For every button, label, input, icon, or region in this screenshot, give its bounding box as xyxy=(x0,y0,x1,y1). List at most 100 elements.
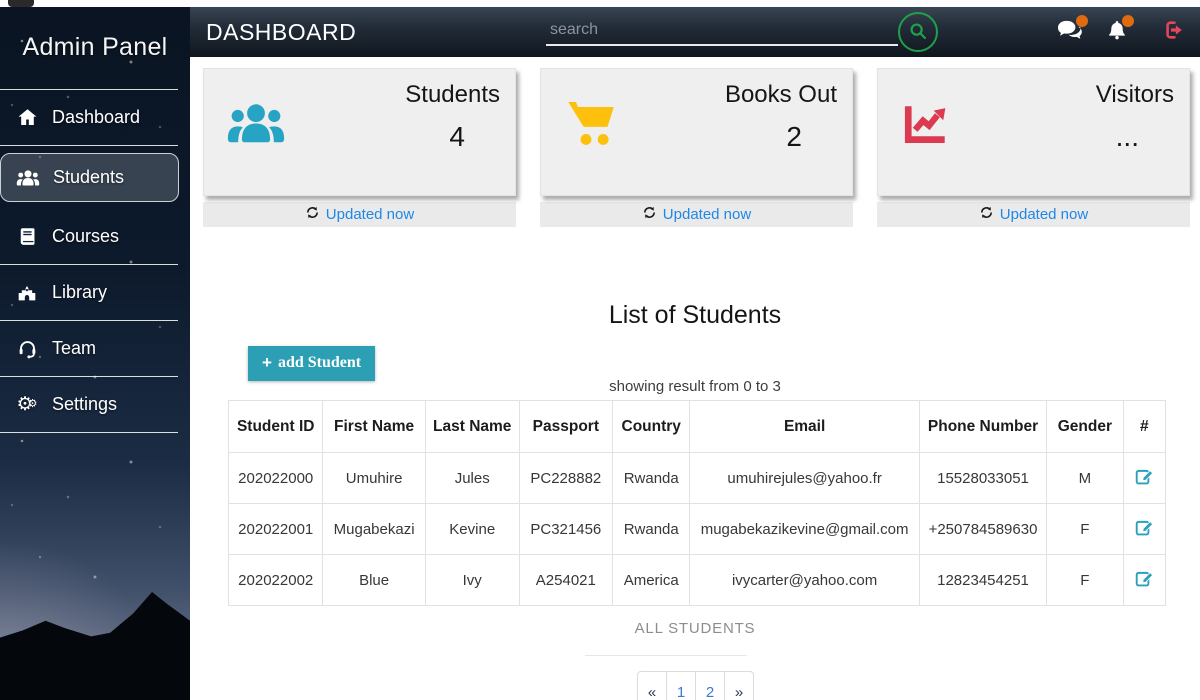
card-footer: Updated now xyxy=(203,202,516,227)
logout-icon xyxy=(1162,28,1186,45)
students-table: Student ID First Name Last Name Passport… xyxy=(228,400,1166,606)
col-student-id: Student ID xyxy=(229,401,323,453)
headset-icon xyxy=(15,338,39,359)
search-button[interactable] xyxy=(898,12,938,52)
edit-student-button[interactable] xyxy=(1133,516,1156,542)
cell-passport: PC321456 xyxy=(519,504,612,555)
refresh-icon xyxy=(979,205,994,224)
summary-cards: Students 4 Updated now Books Out 2 xyxy=(203,68,1190,227)
col-country: Country xyxy=(612,401,690,453)
search-field-wrap xyxy=(546,18,898,46)
cell-actions xyxy=(1123,504,1166,555)
cell-gender: F xyxy=(1047,504,1123,555)
cell-last-name: Kevine xyxy=(425,504,519,555)
divider xyxy=(585,655,747,656)
notification-badge xyxy=(1076,15,1088,27)
table-footer-label: ALL STUDENTS xyxy=(190,620,1200,637)
comments-icon xyxy=(1056,28,1082,45)
cell-country: America xyxy=(612,555,690,606)
cell-actions xyxy=(1123,555,1166,606)
col-email: Email xyxy=(690,401,919,453)
sidebar-item-label: Dashboard xyxy=(52,107,140,128)
page-title: DASHBOARD xyxy=(206,19,356,46)
updated-now-link[interactable]: Updated now xyxy=(1000,206,1088,223)
notifications-button[interactable] xyxy=(1106,19,1128,46)
sidebar-item-label: Team xyxy=(52,338,96,359)
card-footer: Updated now xyxy=(877,202,1190,227)
sidebar-item-settings[interactable]: ⚙⚙ Settings xyxy=(0,377,190,432)
chart-line-icon xyxy=(900,99,954,154)
pagination-page-2[interactable]: 2 xyxy=(695,671,725,700)
cell-first-name: Umuhire xyxy=(323,453,425,504)
sidebar: Admin Panel Dashboard Students xyxy=(0,7,190,700)
cell-country: Rwanda xyxy=(612,504,690,555)
sidebar-background-mountains xyxy=(0,580,190,700)
add-student-label: add Student xyxy=(278,354,361,372)
cell-phone: 12823454251 xyxy=(919,555,1047,606)
sidebar-item-library[interactable]: Library xyxy=(0,265,190,320)
table-row: 202022000 Umuhire Jules PC228882 Rwanda … xyxy=(229,453,1166,504)
edit-icon xyxy=(1135,576,1154,591)
edit-student-button[interactable] xyxy=(1133,465,1156,491)
cell-first-name: Mugabekazi xyxy=(323,504,425,555)
topbar: DASHBOARD xyxy=(190,7,1200,57)
section-heading: List of Students xyxy=(190,301,1200,330)
sidebar-item-label: Students xyxy=(53,167,124,188)
sidebar-item-dashboard[interactable]: Dashboard xyxy=(0,90,190,145)
pagination-page-1[interactable]: 1 xyxy=(666,671,696,700)
users-icon xyxy=(226,101,286,151)
cell-first-name: Blue xyxy=(323,555,425,606)
sidebar-item-students[interactable]: Students xyxy=(0,153,179,202)
sidebar-item-label: Library xyxy=(52,282,107,303)
cell-gender: F xyxy=(1047,555,1123,606)
cell-passport: PC228882 xyxy=(519,453,612,504)
card-students: Students 4 Updated now xyxy=(203,68,516,227)
pagination: « 1 2 » xyxy=(637,671,754,700)
search-input[interactable] xyxy=(546,18,898,46)
col-passport: Passport xyxy=(519,401,612,453)
add-student-button[interactable]: + add Student xyxy=(248,346,375,381)
topbar-icons xyxy=(1056,7,1186,57)
table-row: 202022001 Mugabekazi Kevine PC321456 Rwa… xyxy=(229,504,1166,555)
updated-now-link[interactable]: Updated now xyxy=(326,206,414,223)
card-visitors: Visitors ... Updated now xyxy=(877,68,1190,227)
home-icon xyxy=(15,107,39,128)
updated-now-link[interactable]: Updated now xyxy=(663,206,751,223)
cell-last-name: Ivy xyxy=(425,555,519,606)
sidebar-item-team[interactable]: Team xyxy=(0,321,190,376)
col-first-name: First Name xyxy=(323,401,425,453)
edit-student-button[interactable] xyxy=(1133,567,1156,593)
browser-chrome-pill xyxy=(8,0,34,7)
cell-country: Rwanda xyxy=(612,453,690,504)
card-body: Visitors ... xyxy=(877,68,1190,196)
card-footer: Updated now xyxy=(540,202,853,227)
messages-button[interactable] xyxy=(1056,19,1082,46)
search-icon xyxy=(907,20,929,45)
cell-passport: A254021 xyxy=(519,555,612,606)
refresh-icon xyxy=(642,205,657,224)
notification-badge xyxy=(1122,15,1134,27)
cell-gender: M xyxy=(1047,453,1123,504)
cell-email: ivycarter@yahoo.com xyxy=(690,555,919,606)
logout-button[interactable] xyxy=(1162,19,1186,46)
pagination-prev[interactable]: « xyxy=(637,671,667,700)
divider xyxy=(0,432,178,433)
cell-phone: 15528033051 xyxy=(919,453,1047,504)
edit-icon xyxy=(1135,525,1154,540)
bell-icon xyxy=(1106,28,1128,45)
col-phone-number: Phone Number xyxy=(919,401,1047,453)
plus-icon: + xyxy=(262,353,272,373)
showing-result-text: showing result from 0 to 3 xyxy=(190,378,1200,395)
users-icon xyxy=(16,169,40,187)
pagination-next[interactable]: » xyxy=(724,671,754,700)
sidebar-item-label: Settings xyxy=(52,394,117,415)
col-gender: Gender xyxy=(1047,401,1123,453)
sidebar-item-courses[interactable]: Courses xyxy=(0,209,190,264)
cell-student-id: 202022002 xyxy=(229,555,323,606)
app-title: Admin Panel xyxy=(0,33,190,62)
cell-student-id: 202022001 xyxy=(229,504,323,555)
col-actions: # xyxy=(1123,401,1166,453)
refresh-icon xyxy=(305,205,320,224)
edit-icon xyxy=(1135,474,1154,489)
cell-student-id: 202022000 xyxy=(229,453,323,504)
